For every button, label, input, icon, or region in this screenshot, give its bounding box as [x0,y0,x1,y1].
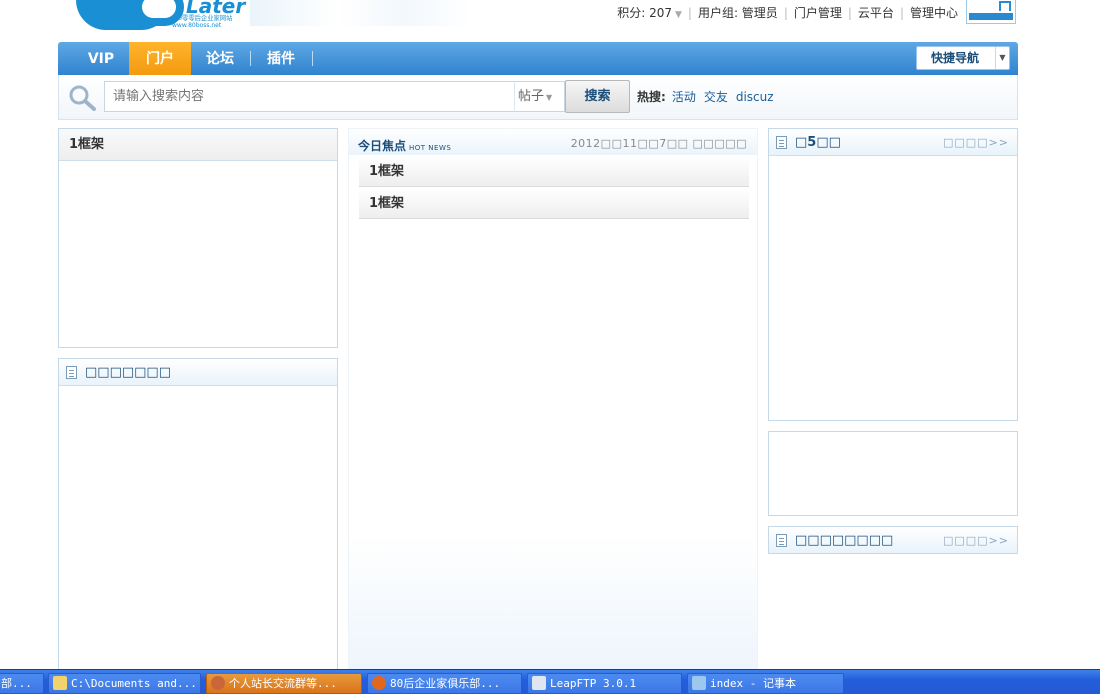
points-link[interactable]: 积分: 207 ▼ [617,4,682,21]
divider: | [847,5,852,20]
taskbar-item-label: 个人站长交流群等... [229,677,337,690]
document-icon [776,136,787,149]
taskbar-item[interactable]: index - 记事本 [687,673,844,694]
center-title: 今日焦点 HOT NEWS [358,137,451,154]
hot-link-friends[interactable]: 交友 [704,88,728,105]
taskbar-item[interactable]: LeapFTP 3.0.1 [527,673,682,694]
taskbar-item-label: 部... [1,677,32,690]
divider: | [687,5,692,20]
more-link[interactable]: □□□□>> [943,129,1009,156]
taskbar-item[interactable]: 个人站长交流群等... [206,673,362,694]
center-row-label: 1框架 [369,196,405,211]
center-focus-panel: 今日焦点 HOT NEWS 2012□□11□□7□□ □□□□□ 1框架 1框架 [348,128,758,669]
nav-item-forum[interactable]: 论坛 [198,42,242,75]
nav-item-portal[interactable]: 门户 [129,42,191,75]
badge-frame-icon [999,1,1011,11]
search-input[interactable] [104,81,516,112]
left-list-panel: □□□□□□□ [58,358,338,669]
center-header: 今日焦点 HOT NEWS 2012□□11□□7□□ □□□□□ [349,129,757,155]
search-bar: 帖子▼ 搜索 热搜: 活动 交友 discuz [58,75,1018,120]
panel-title: □□□□□□□ [85,365,171,380]
main-nav: VIP 门户 论坛 插件 快捷导航 ▼ [58,42,1018,75]
taskbar-item-label: C:\Documents and... [71,677,197,690]
panel-title: 1框架 [69,137,105,152]
right-bottom-panel: □□□□□□□□ □□□□>> [768,526,1018,554]
hot-link-discuz[interactable]: discuz [736,90,774,104]
nav-divider [312,51,313,66]
center-row[interactable]: 1框架 [359,188,749,219]
nav-item-plugins[interactable]: 插件 [258,42,304,75]
document-icon [776,534,787,547]
panel-header: □5□□ □□□□>> [769,129,1017,156]
hot-link-activity[interactable]: 活动 [672,88,696,105]
header-glow [250,0,470,26]
os-taskbar: 部... C:\Documents and... 个人站长交流群等... 80后… [0,669,1100,694]
people-icon [211,676,225,690]
taskbar-item[interactable]: 部... [0,673,44,694]
panel-header: □□□□□□□ [59,359,337,386]
portal-admin-link[interactable]: 门户管理 [794,4,842,21]
hot-search: 热搜: 活动 交友 discuz [637,88,782,105]
site-logo[interactable]: Later 80零零后企业家网站 www.80boss.net [76,0,248,34]
chevron-down-icon: ▼ [995,47,1009,69]
user-group-link[interactable]: 用户组: 管理员 [698,4,778,21]
corner-badge-icon[interactable] [966,0,1016,24]
right-top-panel: □5□□ □□□□>> [768,128,1018,421]
ftp-icon [532,676,546,690]
cloud-platform-link[interactable]: 云平台 [858,4,894,21]
chevron-down-icon: ▼ [546,93,553,102]
right-empty-panel [768,431,1018,516]
quick-nav-label: 快捷导航 [931,51,980,65]
center-date: 2012□□11□□7□□ □□□□□ [570,137,747,150]
panel-header: □□□□□□□□ □□□□>> [769,527,1017,553]
hot-search-label: 热搜: [637,90,666,104]
center-row[interactable]: 1框架 [359,156,749,187]
panel-title: □□□□□□□□ [795,533,894,548]
firefox-icon [372,676,386,690]
taskbar-item[interactable]: 80后企业家俱乐部... [367,673,522,694]
left-frame-panel: 1框架 [58,128,338,348]
admin-center-link[interactable]: 管理中心 [910,4,958,21]
quick-nav-button[interactable]: 快捷导航 ▼ [916,46,1010,70]
folder-icon [53,676,67,690]
chevron-down-icon: ▼ [674,10,682,20]
center-title-sub: HOT NEWS [409,144,452,152]
points-label: 积分: 207 [617,6,672,20]
center-title-text: 今日焦点 [358,139,407,153]
divider: | [899,5,904,20]
page: Later 80零零后企业家网站 www.80boss.net 积分: 207 ▼… [0,0,1100,694]
taskbar-item-label: LeapFTP 3.0.1 [550,677,637,690]
nav-item-vip[interactable]: VIP [80,42,122,75]
search-scope-select[interactable]: 帖子 ▼ [514,81,565,112]
badge-bar [969,13,1013,20]
search-button[interactable]: 搜索 [565,80,630,113]
divider: | [783,5,788,20]
search-scope-value: 帖子 [518,89,545,104]
user-bar: 积分: 207 ▼ | 用户组: 管理员 | 门户管理 | 云平台 | 管理中心 [617,4,958,21]
search-icon [69,85,96,111]
taskbar-item[interactable]: C:\Documents and... [48,673,201,694]
taskbar-item-label: 80后企业家俱乐部... [390,677,501,690]
center-row-label: 1框架 [369,164,405,179]
more-link[interactable]: □□□□>> [943,527,1009,554]
panel-header: 1框架 [59,129,337,161]
logo-url: www.80boss.net [172,22,222,29]
taskbar-item-label: index - 记事本 [710,677,796,690]
document-icon [66,366,77,379]
panel-title: □5□□ [795,135,841,150]
notepad-icon [692,676,706,690]
nav-divider [250,51,251,66]
